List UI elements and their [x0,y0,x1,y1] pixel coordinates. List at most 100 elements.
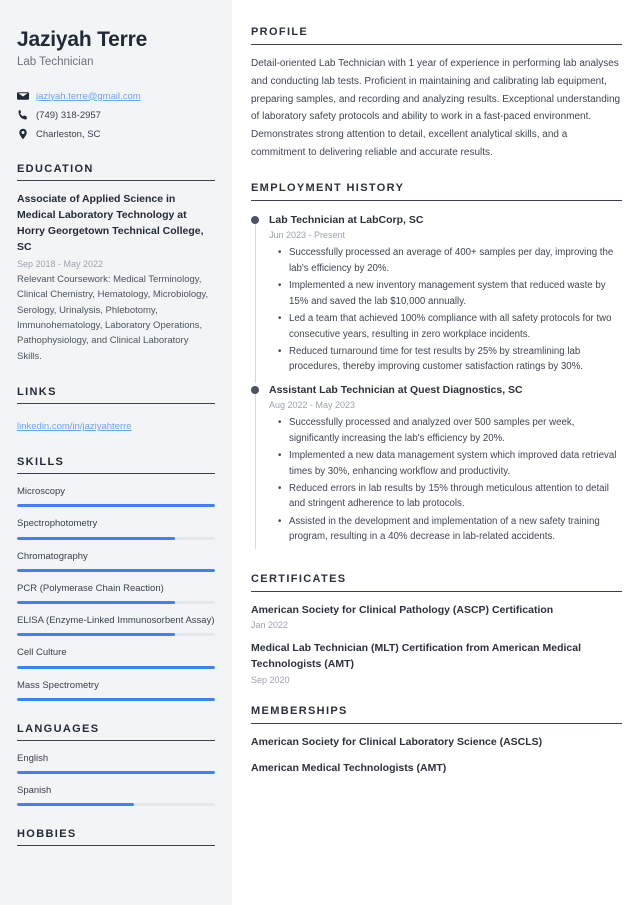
skill-level-track [17,536,215,540]
language-item: Spanish [17,784,215,807]
section-profile: PROFILE Detail-oriented Lab Technician w… [251,26,622,162]
employment-date: Aug 2022 - May 2023 [269,399,356,410]
divider [17,180,215,182]
candidate-job-title: Lab Technician [17,56,94,69]
membership-item: American Society for Clinical Laboratory… [251,735,543,748]
employment-bullets: Successfully processed an average of 400… [269,245,622,375]
resume-document: Jaziyah Terre Lab Technician jaziyah.ter… [0,0,640,905]
skill-level-track [17,504,215,508]
employment-bullet: Reduced turnaround time for test results… [278,344,622,375]
skill-label: Spectrophotometry [17,518,98,530]
section-certificates: CERTIFICATES American Society for Clinic… [251,573,622,685]
language-level-track [17,803,215,807]
location-text: Charleston, SC [36,128,101,140]
languages-list: English Spanish [17,752,215,807]
section-title-certificates: CERTIFICATES [251,572,347,585]
divider [17,845,215,847]
employment-bullet: Assisted in the development and implemen… [278,514,622,545]
language-level-fill [17,803,134,807]
divider [17,739,215,741]
certificates-list: American Society for Clinical Pathology … [251,603,622,685]
employment-item: Assistant Lab Technician at Quest Diagno… [251,383,622,553]
location-pin-icon [17,128,29,140]
timeline-connector [254,223,256,383]
section-title-skills: SKILLS [17,456,65,469]
section-education: EDUCATION Associate of Applied Science i… [17,163,215,364]
employment-bullet: Reduced errors in lab results by 15% thr… [278,481,622,512]
certificate-item: American Society for Clinical Pathology … [251,603,622,631]
profile-text: Detail-oriented Lab Technician with 1 ye… [251,58,621,158]
certificate-name: American Society for Clinical Pathology … [251,603,554,616]
language-level-fill [17,771,215,775]
envelope-icon [17,90,29,102]
employment-role: Assistant Lab Technician at Quest Diagno… [269,383,523,396]
skill-level-track [17,665,215,669]
skill-level-fill [17,665,215,669]
section-languages: LANGUAGES English Spanish [17,723,215,807]
language-label: Spanish [17,785,52,797]
employment-bullet: Led a team that achieved 100% compliance… [278,311,622,342]
phone-text: (749) 318-2957 [36,109,101,121]
employment-bullet: Implemented a new data management system… [278,448,622,479]
candidate-name: Jaziyah Terre [17,28,148,51]
skill-level-fill [17,633,176,637]
section-title-hobbies: HOBBIES [17,828,77,841]
skill-label: Mass Spectrometry [17,679,99,691]
language-level-track [17,771,215,775]
skill-item: Spectrophotometry [17,517,215,540]
certificate-date: Sep 2020 [251,674,290,685]
section-skills: SKILLS Microscopy Spectrophotometry Chro… [17,456,215,701]
skill-label: PCR (Polymerase Chain Reaction) [17,582,164,594]
divider [251,590,622,592]
skill-item: ELISA (Enzyme-Linked Immunosorbent Assay… [17,614,215,637]
divider [17,473,215,475]
employment-timeline: Lab Technician at LabCorp, SC Jun 2023 -… [251,213,622,553]
skill-level-fill [17,536,176,540]
skill-item: PCR (Polymerase Chain Reaction) [17,582,215,605]
skill-item: Chromatography [17,550,215,572]
section-title-languages: LANGUAGES [17,722,100,735]
section-title-memberships: MEMBERSHIPS [251,704,348,717]
skill-level-track [17,601,215,605]
skill-level-track [17,633,215,637]
skill-level-fill [17,697,215,701]
link-item[interactable]: linkedin.com/in/jaziyahterre [17,416,215,434]
education-degree: Associate of Applied Science in Medical … [17,193,204,253]
timeline-dot-icon [251,385,259,394]
divider [251,199,622,201]
section-title-employment: EMPLOYMENT HISTORY [251,181,405,194]
phone-icon [17,109,29,121]
skill-level-track [17,697,215,701]
section-links: LINKS linkedin.com/in/jaziyahterre [17,386,215,434]
divider [251,44,622,45]
skill-label: Microscopy [17,486,66,498]
section-title-profile: PROFILE [251,26,309,38]
employment-bullet: Implemented a new inventory management s… [278,278,622,309]
section-hobbies: HOBBIES [17,828,215,847]
membership-item: American Medical Technologists (AMT) [251,761,447,774]
employment-bullet: Successfully processed an average of 400… [278,245,622,276]
section-title-education: EDUCATION [17,163,94,176]
skill-item: Cell Culture [17,646,215,669]
certificate-date: Jan 2022 [251,620,289,631]
education-date: Sep 2018 - May 2022 [17,258,104,269]
section-employment-history: EMPLOYMENT HISTORY Lab Technician at Lab… [251,182,622,553]
memberships-list: American Society for Clinical Laboratory… [251,735,622,777]
section-title-links: LINKS [17,386,57,399]
contact-item-phone: (749) 318-2957 [17,108,215,122]
certificate-name: Medical Lab Technician (MLT) Certificati… [251,642,582,671]
education-description: Relevant Coursework: Medical Terminology… [17,273,209,362]
contact-item-email[interactable]: jaziyah.terre@gmail.com [17,89,215,103]
divider [17,403,215,405]
linkedin-link[interactable]: linkedin.com/in/jaziyahterre [17,421,132,432]
contact-list: jaziyah.terre@gmail.com (749) 318-2957 C… [17,89,215,141]
divider [251,722,622,724]
employment-item: Lab Technician at LabCorp, SC Jun 2023 -… [251,213,622,383]
employment-role: Lab Technician at LabCorp, SC [269,213,424,226]
employment-bullets: Successfully processed and analyzed over… [269,415,622,545]
skills-list: Microscopy Spectrophotometry Chromatogra… [17,485,215,701]
language-item: English [17,752,215,775]
section-memberships: MEMBERSHIPS American Society for Clinica… [251,705,622,777]
sidebar: Jaziyah Terre Lab Technician jaziyah.ter… [0,0,232,905]
email-text[interactable]: jaziyah.terre@gmail.com [36,91,141,102]
